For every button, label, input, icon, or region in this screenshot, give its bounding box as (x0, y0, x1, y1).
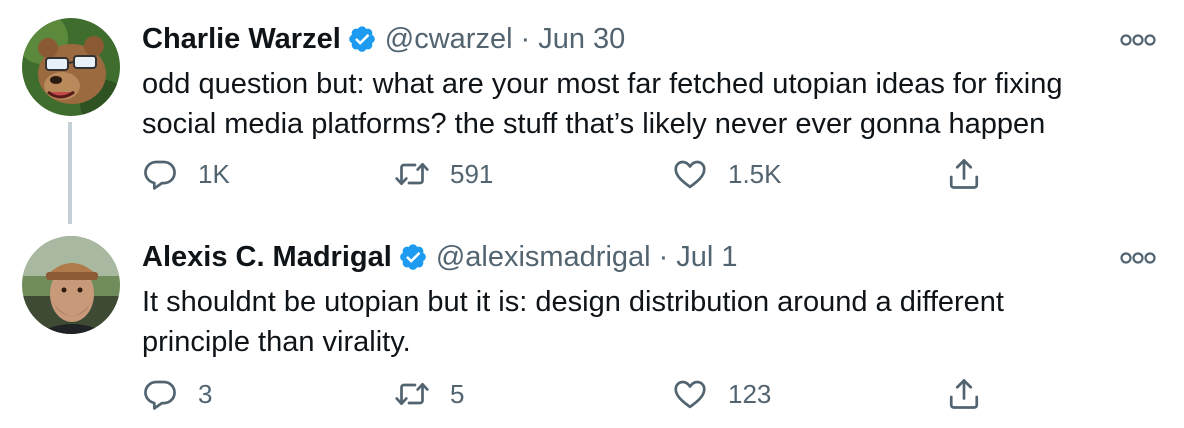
tweet-date[interactable]: Jun 30 (538, 23, 625, 56)
retweet-button[interactable]: 591 (394, 154, 493, 194)
tweet-text: It shouldnt be utopian but it is: design… (142, 282, 1162, 362)
separator-dot: · (658, 240, 669, 273)
tweet[interactable]: Charlie Warzel @cwarzel · Jun 30 odd que… (0, 0, 1184, 224)
author-name[interactable]: Alexis C. Madrigal (142, 241, 392, 274)
retweet-count: 591 (450, 158, 494, 189)
retweet-icon (395, 162, 429, 186)
retweet-count: 5 (450, 378, 465, 409)
reply-count: 3 (198, 378, 213, 409)
like-button[interactable]: 1.5K (672, 154, 782, 194)
like-button[interactable]: 123 (672, 374, 771, 414)
like-icon (674, 160, 706, 189)
tweet-text-line: social media platforms? the stuff that’s… (142, 108, 1046, 140)
action-bar: 3 5 123 (142, 374, 1182, 414)
avatar[interactable] (22, 18, 120, 116)
reply-button[interactable]: 3 (142, 374, 212, 414)
tweet-header: Charlie Warzel @cwarzel · Jun 30 (142, 22, 625, 56)
tweet-text: odd question but: what are your most far… (142, 64, 1162, 144)
action-bar: 1K 591 1.5K (142, 154, 1182, 194)
reply-icon (144, 380, 176, 410)
more-icon[interactable] (1118, 28, 1158, 52)
avatar[interactable] (22, 236, 120, 334)
tweet-date[interactable]: Jul 1 (676, 241, 737, 274)
tweet-text-line: It shouldnt be utopian but it is: design… (142, 286, 1004, 318)
author-name[interactable]: Charlie Warzel (142, 23, 341, 56)
tweet-header: Alexis C. Madrigal @alexismadrigal · Jul… (142, 240, 738, 274)
like-count: 123 (728, 378, 772, 409)
like-count: 1.5K (728, 158, 782, 189)
thread-line (68, 122, 72, 224)
retweet-icon (395, 382, 429, 406)
author-handle[interactable]: @cwarzel (385, 23, 513, 56)
share-icon (949, 159, 979, 189)
tweet-text-line: odd question but: what are your most far… (142, 68, 1063, 100)
reply-icon (144, 160, 176, 190)
share-button[interactable] (946, 154, 982, 194)
share-icon (949, 379, 979, 409)
more-icon[interactable] (1118, 246, 1158, 270)
author-handle[interactable]: @alexismadrigal (436, 241, 651, 274)
like-icon (674, 380, 706, 409)
reply-count: 1K (198, 158, 230, 189)
share-button[interactable] (946, 374, 982, 414)
reply-button[interactable]: 1K (142, 154, 230, 194)
separator-dot: · (520, 22, 531, 55)
tweet[interactable]: Alexis C. Madrigal @alexismadrigal · Jul… (0, 222, 1184, 428)
verified-badge-icon (398, 242, 428, 272)
verified-badge-icon (347, 24, 377, 54)
tweet-text-line: principle than virality. (142, 326, 411, 358)
retweet-button[interactable]: 5 (394, 374, 464, 414)
